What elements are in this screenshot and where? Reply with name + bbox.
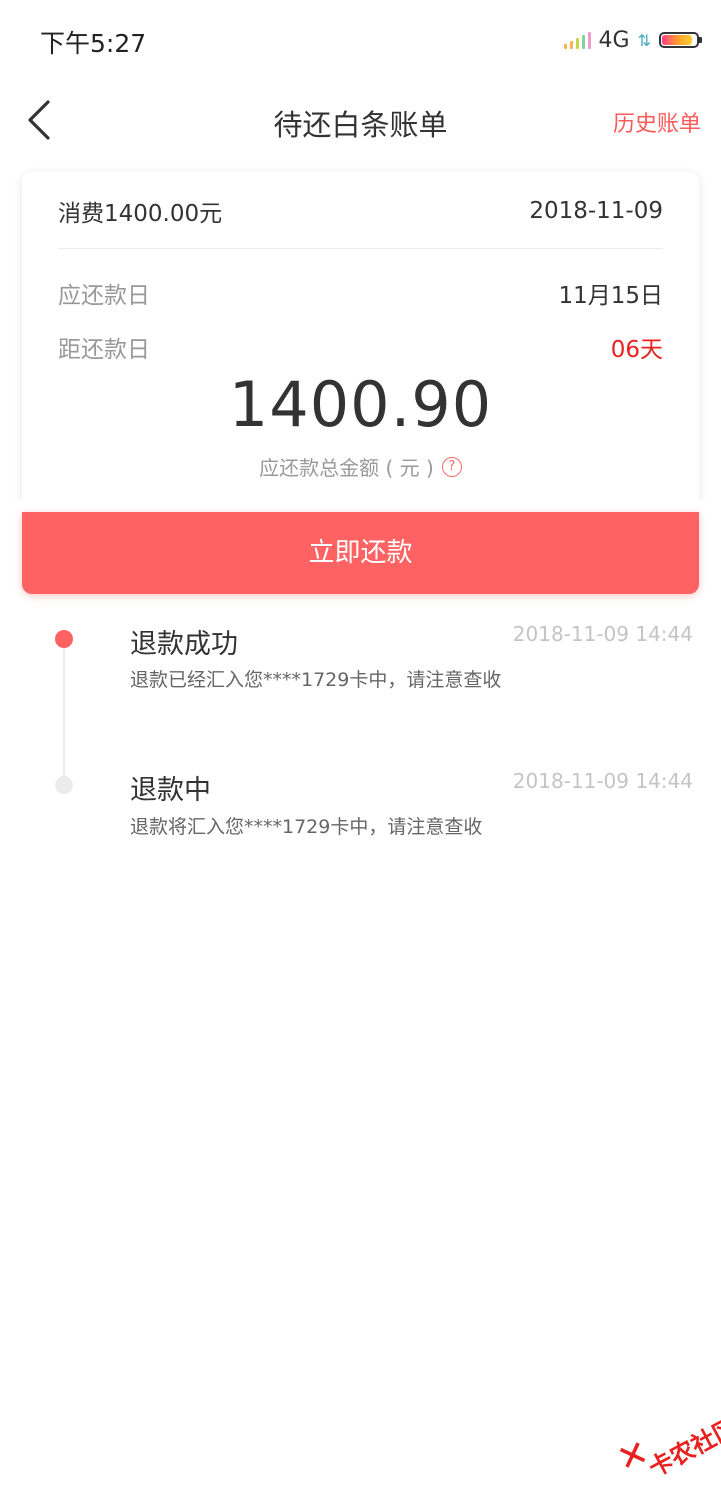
- timeline-item-title: 退款成功: [130, 629, 238, 660]
- days-left-label: 距还款日: [58, 337, 150, 363]
- amount-caption: 应还款总金额 ( 元 ) ?: [22, 452, 699, 481]
- data-activity-icon: ⇅: [637, 30, 651, 50]
- days-left-row: 距还款日 06天: [58, 332, 663, 363]
- timeline-dot-inactive: [55, 776, 73, 794]
- status-icons: 4G ⇅: [563, 26, 702, 54]
- card-divider: [58, 248, 663, 249]
- timeline-item-title: 退款中: [130, 775, 211, 806]
- consume-amount: 消费1400.00元: [58, 201, 223, 227]
- consume-date: 2018-11-09: [529, 198, 663, 224]
- watermark-text: 卡农社区: [644, 1412, 721, 1483]
- due-day-label: 应还款日: [58, 283, 150, 309]
- days-left-value: 06天: [610, 337, 663, 363]
- nav-bar: 待还白条账单 历史账单: [0, 80, 721, 162]
- timeline-line: [63, 646, 65, 784]
- history-bill-link[interactable]: 历史账单: [613, 106, 701, 138]
- battery-icon: [659, 32, 702, 48]
- bill-page: 下午5:27 4G ⇅ 待还白条账单 历史账单 消费1400.00元 2018-…: [0, 0, 721, 1500]
- bill-card: 消费1400.00元 2018-11-09 应还款日 11月15日 距还款日 0…: [22, 172, 699, 512]
- repay-now-button[interactable]: 立即还款: [22, 512, 699, 594]
- amount-caption-text: 应还款总金额 ( 元 ): [259, 456, 434, 480]
- timeline-item-time: 2018-11-09 14:44: [512, 622, 693, 646]
- help-icon[interactable]: ?: [441, 456, 462, 477]
- status-bar: 下午5:27 4G ⇅: [0, 0, 721, 80]
- due-day-value: 11月15日: [558, 283, 663, 309]
- network-type: 4G: [598, 27, 630, 53]
- total-amount: 1400.90: [228, 368, 493, 441]
- timeline-dot-active: [55, 630, 73, 648]
- timeline-item-time: 2018-11-09 14:44: [512, 769, 693, 793]
- signal-icon: [563, 31, 591, 49]
- consume-row: 消费1400.00元 2018-11-09: [58, 196, 663, 227]
- timeline-item-desc: 退款已经汇入您****1729卡中，请注意查收: [130, 669, 502, 691]
- timeline-item-desc: 退款将汇入您****1729卡中，请注意查收: [130, 816, 483, 838]
- watermark-logo: ✕ 卡农社区: [612, 1406, 721, 1483]
- due-day-row: 应还款日 11月15日: [58, 278, 663, 309]
- status-time: 下午5:27: [40, 29, 147, 58]
